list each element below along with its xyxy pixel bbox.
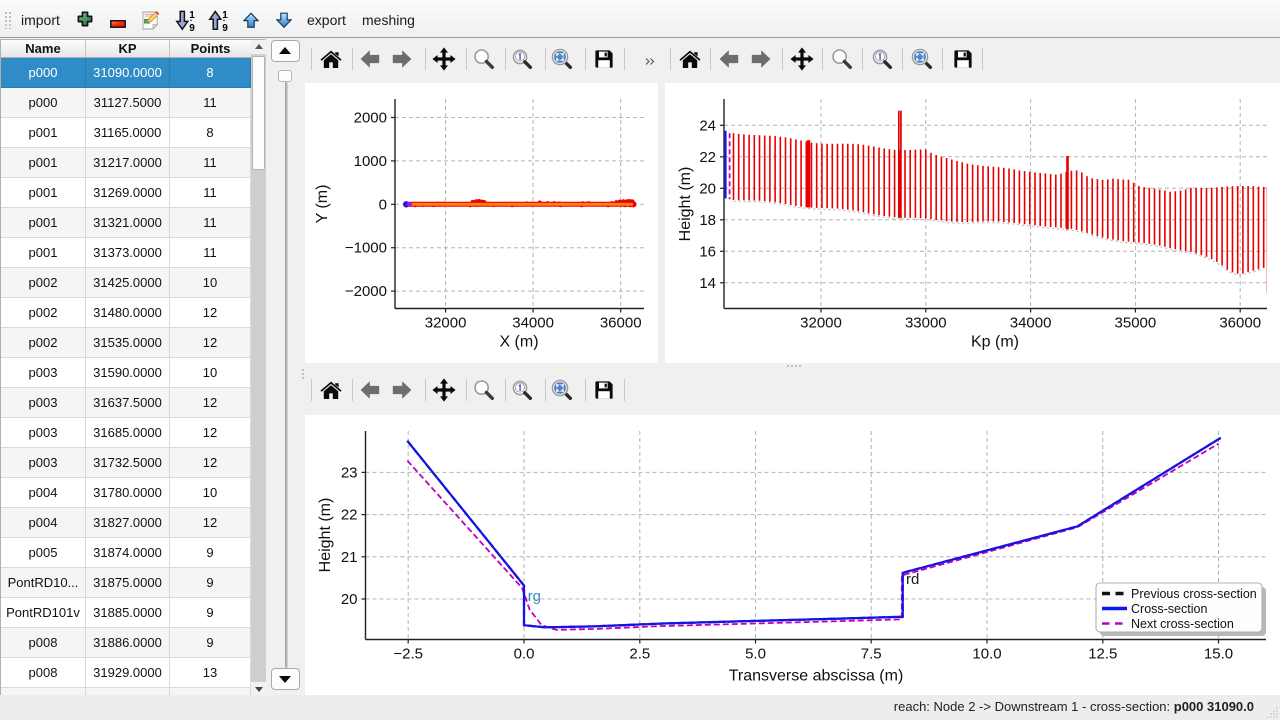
svg-text:Kp (m): Kp (m) bbox=[971, 334, 1019, 351]
svg-text:32000: 32000 bbox=[425, 315, 467, 332]
svg-text:rg: rg bbox=[528, 588, 541, 605]
svg-text:36000: 36000 bbox=[1219, 315, 1261, 332]
svg-text:−2.5: −2.5 bbox=[393, 646, 423, 663]
svg-text:23: 23 bbox=[341, 464, 358, 481]
svg-text:0: 0 bbox=[379, 196, 387, 213]
svg-text:36000: 36000 bbox=[600, 315, 642, 332]
svg-text:Transverse abscissa (m): Transverse abscissa (m) bbox=[729, 668, 904, 685]
svg-text:24: 24 bbox=[699, 117, 716, 134]
svg-text:22: 22 bbox=[699, 149, 716, 166]
svg-text:rd: rd bbox=[906, 571, 919, 588]
svg-text:15.0: 15.0 bbox=[1204, 646, 1233, 663]
svg-text:33000: 33000 bbox=[905, 315, 947, 332]
svg-text:−2000: −2000 bbox=[345, 283, 387, 300]
svg-text:12.5: 12.5 bbox=[1088, 646, 1117, 663]
svg-text:0.0: 0.0 bbox=[514, 646, 535, 663]
svg-text:32000: 32000 bbox=[800, 315, 842, 332]
svg-text:9: 9 bbox=[189, 23, 195, 31]
svg-text:2000: 2000 bbox=[354, 110, 387, 127]
svg-text:10.0: 10.0 bbox=[972, 646, 1001, 663]
svg-text:5.0: 5.0 bbox=[745, 646, 766, 663]
svg-text:35000: 35000 bbox=[1115, 315, 1157, 332]
svg-text:1: 1 bbox=[222, 10, 228, 21]
svg-text:−1000: −1000 bbox=[345, 240, 387, 257]
svg-text:14: 14 bbox=[699, 275, 716, 292]
svg-text:Cross-section: Cross-section bbox=[1131, 602, 1207, 616]
svg-text:18: 18 bbox=[699, 212, 716, 229]
svg-text:Previous cross-section: Previous cross-section bbox=[1131, 587, 1257, 601]
svg-text:20: 20 bbox=[699, 180, 716, 197]
svg-text:Y (m): Y (m) bbox=[314, 185, 331, 224]
svg-text:1: 1 bbox=[189, 10, 195, 21]
svg-text:34000: 34000 bbox=[512, 315, 554, 332]
svg-text:22: 22 bbox=[341, 507, 358, 524]
svg-text:Height (m): Height (m) bbox=[317, 498, 334, 573]
svg-text:21: 21 bbox=[341, 549, 358, 566]
svg-text:1000: 1000 bbox=[354, 153, 387, 170]
svg-text:Height (m): Height (m) bbox=[677, 167, 694, 242]
svg-text:9: 9 bbox=[222, 23, 228, 31]
svg-text:16: 16 bbox=[699, 243, 716, 260]
svg-text:7.5: 7.5 bbox=[861, 646, 882, 663]
svg-text:X (m): X (m) bbox=[499, 334, 538, 351]
svg-text:Next cross-section: Next cross-section bbox=[1131, 617, 1234, 631]
svg-text:20: 20 bbox=[341, 591, 358, 608]
svg-text:2.5: 2.5 bbox=[629, 646, 650, 663]
svg-text:34000: 34000 bbox=[1010, 315, 1052, 332]
